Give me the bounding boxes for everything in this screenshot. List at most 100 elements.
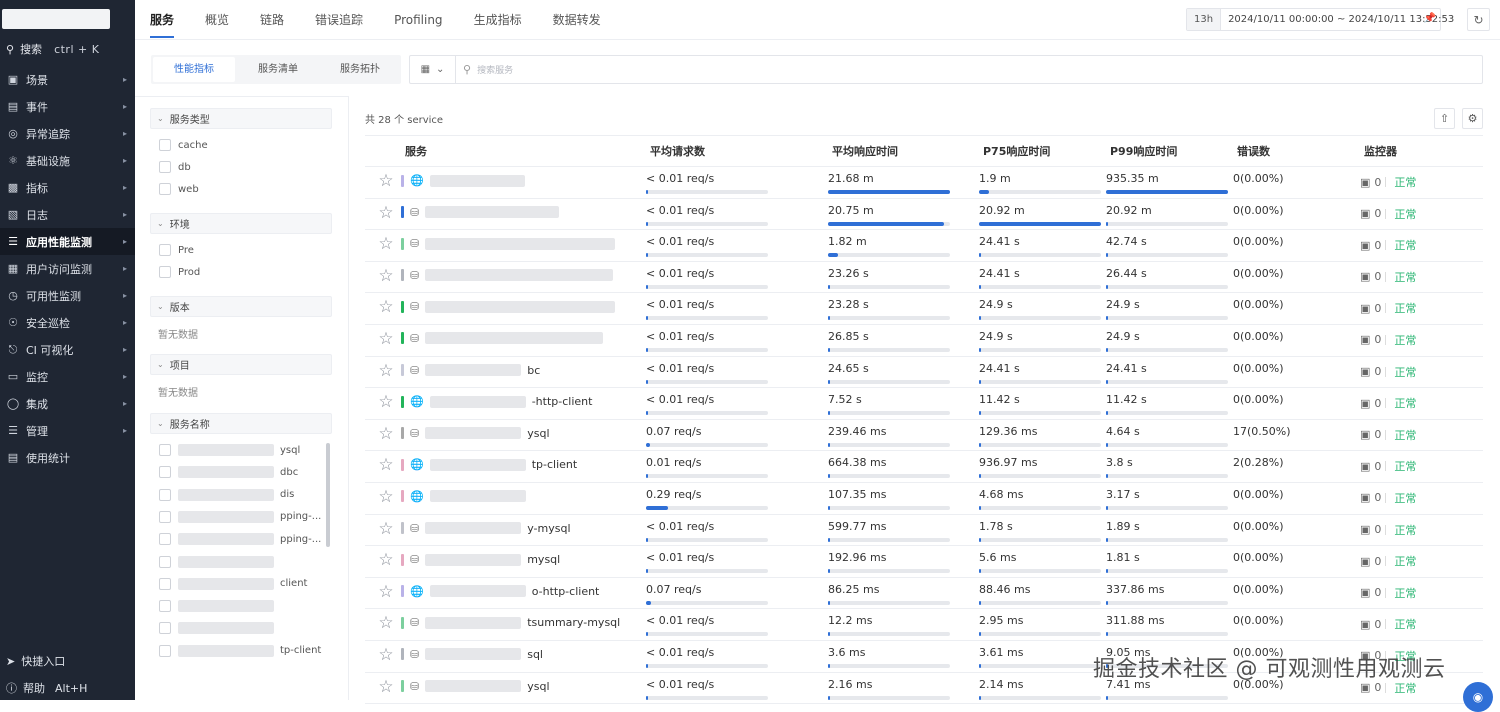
service-cell[interactable]: 🌐 o-http-client bbox=[401, 577, 646, 610]
header-avg-response[interactable]: 平均响应时间 bbox=[828, 135, 979, 167]
service-name[interactable]: mysql bbox=[527, 553, 560, 566]
refresh-button[interactable]: ↻ bbox=[1467, 8, 1490, 31]
sidebar-item-1[interactable]: ▤ 事件 ▸ bbox=[0, 93, 135, 120]
service-cell[interactable]: ⛁ ysql bbox=[401, 672, 646, 705]
sidebar-item-0[interactable]: ▣ 场景 ▸ bbox=[0, 66, 135, 93]
tab-0[interactable]: 服务 bbox=[150, 0, 175, 40]
filter-scrollbar[interactable] bbox=[326, 443, 330, 547]
monitor-cell[interactable]: ▣ 0 正常 bbox=[1360, 482, 1483, 515]
service-name[interactable]: -http-client bbox=[532, 395, 593, 408]
star-icon[interactable]: ☆ bbox=[378, 487, 393, 507]
header-errors[interactable]: 错误数 bbox=[1233, 135, 1360, 167]
table-row[interactable]: ☆ ⛁ < 0.01 req/s 23.28 s 24.9 s 24.9 s 0(0.00%… bbox=[365, 292, 1483, 325]
filter-group-project[interactable]: ⌄ 项目 bbox=[150, 354, 332, 375]
sidebar-item-7[interactable]: ▦ 用户访问监测 ▸ bbox=[0, 255, 135, 282]
star-icon[interactable]: ☆ bbox=[378, 582, 393, 602]
table-row[interactable]: ☆ ⛁ y-mysql < 0.01 req/s 599.77 ms 1.78 s 1.89… bbox=[365, 514, 1483, 547]
monitor-cell[interactable]: ▣ 0 正常 bbox=[1360, 324, 1483, 357]
filter-option-service-name[interactable]: pping-... bbox=[159, 531, 321, 547]
time-range-badge[interactable]: 13h bbox=[1187, 9, 1222, 30]
quick-entry-button[interactable]: ➤ 快捷入口 bbox=[0, 650, 135, 672]
table-row[interactable]: ☆ ⛁ < 0.01 req/s 1.82 m 24.41 s 42.74 s 0(0.00… bbox=[365, 229, 1483, 262]
service-cell[interactable]: ⛁ bbox=[401, 292, 646, 325]
checkbox[interactable] bbox=[159, 622, 171, 635]
tab-6[interactable]: 数据转发 bbox=[553, 0, 601, 40]
sidebar-item-12[interactable]: ◯ 集成 ▸ bbox=[0, 390, 135, 417]
star-icon[interactable]: ☆ bbox=[378, 392, 393, 412]
service-cell[interactable]: ⛁ mysql bbox=[401, 545, 646, 578]
monitor-cell[interactable]: ▣ 0 正常 bbox=[1360, 292, 1483, 325]
pin-icon[interactable]: 📌 bbox=[1424, 13, 1436, 24]
service-name[interactable]: tsummary-mysql bbox=[527, 616, 620, 629]
service-name[interactable]: tp-client bbox=[532, 458, 577, 471]
header-avg-requests[interactable]: 平均请求数 bbox=[646, 135, 828, 167]
service-cell[interactable]: ⛁ tsummary-mysql bbox=[401, 608, 646, 641]
time-range-text[interactable]: 2024/10/11 00:00:00 ~ 2024/10/11 13:52:5… bbox=[1221, 14, 1454, 25]
sidebar-item-8[interactable]: ◷ 可用性监测 ▸ bbox=[0, 282, 135, 309]
tab-1[interactable]: 概览 bbox=[205, 0, 229, 40]
checkbox[interactable] bbox=[159, 533, 171, 546]
header-p99[interactable]: P99响应时间 bbox=[1106, 135, 1233, 167]
header-p75[interactable]: P75响应时间 bbox=[979, 135, 1106, 167]
checkbox[interactable] bbox=[159, 644, 171, 657]
checkbox[interactable] bbox=[159, 161, 171, 173]
service-cell[interactable]: 🌐 bbox=[401, 482, 646, 515]
export-button[interactable]: ⇧ bbox=[1434, 108, 1455, 129]
sidebar-item-5[interactable]: ▧ 日志 ▸ bbox=[0, 201, 135, 228]
checkbox[interactable] bbox=[159, 183, 171, 195]
checkbox[interactable] bbox=[159, 266, 171, 278]
monitor-cell[interactable]: ▣ 0 正常 bbox=[1360, 450, 1483, 483]
table-row[interactable]: ☆ 🌐 tp-client 0.01 req/s 664.38 ms 936.97 ms 3… bbox=[365, 450, 1483, 483]
monitor-cell[interactable]: ▣ 0 正常 bbox=[1360, 608, 1483, 641]
filter-option-service-name[interactable]: dbc bbox=[159, 464, 298, 480]
table-settings-button[interactable]: ⚙ bbox=[1462, 108, 1483, 129]
view-tab-0[interactable]: 性能指标 bbox=[153, 57, 235, 82]
sidebar-item-9[interactable]: ☉ 安全巡检 ▸ bbox=[0, 309, 135, 336]
time-range-picker[interactable]: 13h 2024/10/11 00:00:00 ~ 2024/10/11 13:… bbox=[1186, 8, 1454, 31]
star-icon[interactable]: ☆ bbox=[378, 455, 393, 475]
filter-group-service-name[interactable]: ⌄ 服务名称 bbox=[150, 413, 332, 434]
service-cell[interactable]: ⛁ y-mysql bbox=[401, 514, 646, 547]
table-row[interactable]: ☆ 🌐 0.29 req/s 107.35 ms 4.68 ms 3.17 s 0(0.00… bbox=[365, 482, 1483, 515]
sidebar-item-3[interactable]: ⚛ 基础设施 ▸ bbox=[0, 147, 135, 174]
star-icon[interactable]: ☆ bbox=[378, 424, 393, 444]
filter-group-service-type[interactable]: ⌄ 服务类型 bbox=[150, 108, 332, 129]
star-icon[interactable]: ☆ bbox=[378, 234, 393, 254]
sidebar-item-10[interactable]: ⎋ CI 可视化 ▸ bbox=[0, 336, 135, 363]
monitor-cell[interactable]: ▣ 0 正常 bbox=[1360, 261, 1483, 294]
checkbox[interactable] bbox=[159, 555, 171, 568]
table-row[interactable]: ☆ 🌐 o-http-client 0.07 req/s 86.25 ms 88.46 m… bbox=[365, 577, 1483, 610]
table-row[interactable]: ☆ ⛁ tsummary-mysql < 0.01 req/s 12.2 ms 2.95 … bbox=[365, 608, 1483, 641]
tab-2[interactable]: 链路 bbox=[260, 0, 284, 40]
checkbox[interactable] bbox=[159, 510, 171, 523]
checkbox[interactable] bbox=[159, 600, 171, 613]
header-service[interactable]: 服务 bbox=[401, 135, 646, 167]
star-icon[interactable]: ☆ bbox=[378, 266, 393, 286]
star-icon[interactable]: ☆ bbox=[378, 677, 393, 697]
star-icon[interactable]: ☆ bbox=[378, 203, 393, 223]
service-cell[interactable]: 🌐 bbox=[401, 166, 646, 199]
sidebar-item-2[interactable]: ◎ 异常追踪 ▸ bbox=[0, 120, 135, 147]
checkbox[interactable] bbox=[159, 444, 171, 456]
view-tab-2[interactable]: 服务拓扑 bbox=[319, 55, 401, 84]
service-name[interactable]: bc bbox=[527, 364, 540, 377]
service-cell[interactable]: ⛁ bbox=[401, 229, 646, 262]
sidebar-item-11[interactable]: ▭ 监控 ▸ bbox=[0, 363, 135, 390]
sidebar-item-4[interactable]: ▩ 指标 ▸ bbox=[0, 174, 135, 201]
filter-type-dropdown[interactable]: ▦ ⌄ bbox=[410, 56, 456, 83]
service-cell[interactable]: ⛁ bc bbox=[401, 356, 646, 389]
service-cell[interactable]: ⛁ bbox=[401, 261, 646, 294]
workspace-logo[interactable] bbox=[2, 9, 110, 29]
assistant-button[interactable]: ◉ bbox=[1463, 682, 1493, 712]
filter-option-service-name[interactable] bbox=[159, 598, 280, 614]
filter-option-service-type[interactable]: db bbox=[159, 159, 191, 175]
service-name[interactable]: ysql bbox=[527, 680, 549, 693]
sidebar-item-14[interactable]: ▤ 使用统计 bbox=[0, 444, 135, 471]
filter-option-service-name[interactable]: tp-client bbox=[159, 643, 321, 659]
service-cell[interactable]: ⛁ ysql bbox=[401, 419, 646, 452]
table-row[interactable]: ☆ ⛁ ysql 0.07 req/s 239.46 ms 129.36 ms 4.64 s… bbox=[365, 419, 1483, 452]
checkbox[interactable] bbox=[159, 244, 171, 256]
star-icon[interactable]: ☆ bbox=[378, 297, 393, 317]
monitor-cell[interactable]: ▣ 0 正常 bbox=[1360, 356, 1483, 389]
service-name[interactable]: ysql bbox=[527, 427, 549, 440]
